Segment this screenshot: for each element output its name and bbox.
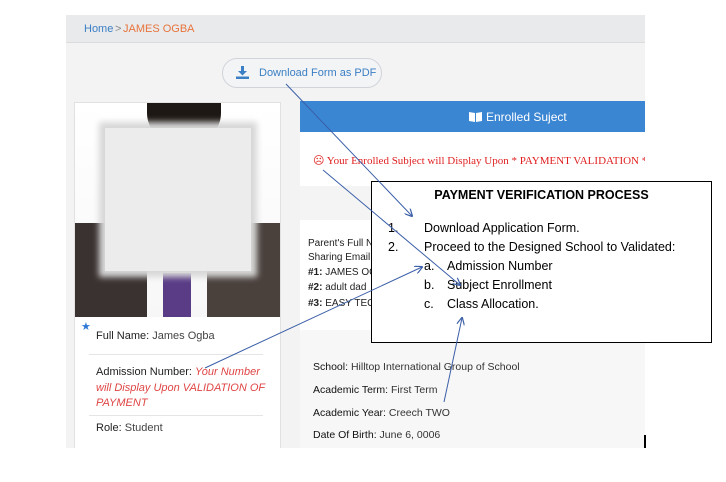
text-cursor [644,435,646,448]
arrow-download [285,83,412,216]
arrow-enrollment [322,169,460,285]
arrow-class [443,318,462,403]
annotation-arrows [204,83,726,403]
arrow-admission [204,267,422,369]
